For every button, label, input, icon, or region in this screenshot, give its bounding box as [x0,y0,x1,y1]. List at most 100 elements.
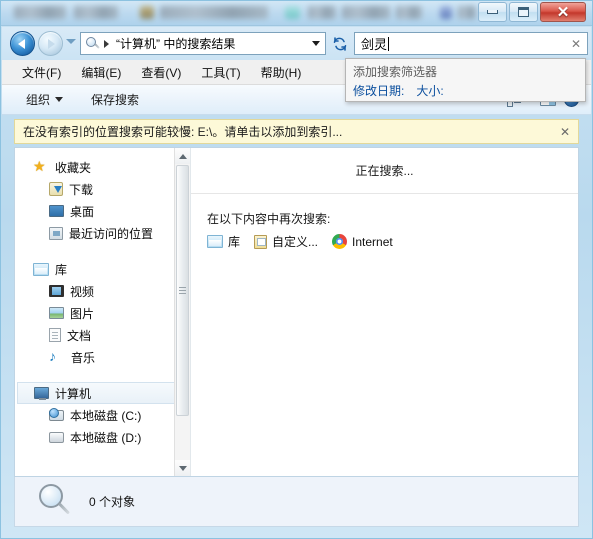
chevron-down-icon [178,465,187,471]
libraries-group: 库 视频 图片 文档 ♪ 音乐 [15,258,190,368]
notification-text: 在没有索引的位置搜索可能较慢: E:\。请单击以添加到索引... [23,125,343,139]
sidebar-label-favorites: 收藏夹 [55,160,92,175]
recent-pages-icon[interactable] [66,39,76,44]
title-blurred-text-7 [458,6,476,19]
content-pane: 正在搜索... 在以下内容中再次搜索: 库 自定义... Internet [191,148,578,476]
computer-group: 计算机 本地磁盘 (C:) 本地磁盘 (D:) [15,382,190,448]
scroll-up-button[interactable] [175,148,190,164]
refresh-icon [333,36,347,51]
sidebar-item-recent-places[interactable]: 最近访问的位置 [15,222,190,244]
filter-size[interactable]: 大小: [416,82,443,99]
recent-places-icon [49,226,63,240]
search-again-row: 库 自定义... Internet [191,233,578,250]
video-icon [49,285,64,297]
sidebar-label-pictures: 图片 [70,306,95,321]
download-icon [49,182,63,196]
minimize-icon [487,10,498,14]
sidebar-label-documents: 文档 [67,328,92,343]
star-icon: ★ [33,158,46,174]
custom-search-icon [254,234,268,249]
title-blurred-icon-1 [140,6,154,19]
address-separator-icon[interactable] [104,39,109,48]
title-blurred-text-1 [14,6,66,19]
refresh-button[interactable] [329,32,351,55]
sidebar-label-computer: 计算机 [55,386,92,401]
sidebar-item-downloads[interactable]: 下载 [15,178,190,200]
search-input[interactable]: 剑灵 ✕ [354,32,588,55]
forward-arrow-icon [48,38,55,49]
sidebar-item-libraries[interactable]: 库 [15,258,190,280]
clear-search-button[interactable]: ✕ [571,37,581,51]
search-again-label: 在以下内容中再次搜索: [207,212,331,226]
title-blurred-text-5 [342,6,390,19]
sidebar-item-favorites[interactable]: ★ 收藏夹 [15,156,190,178]
status-bar: 0 个对象 [14,477,579,527]
maximize-button[interactable] [509,2,538,22]
scrollbar-grip-icon [179,285,186,296]
document-icon [49,328,61,342]
sidebar-item-pictures[interactable]: 图片 [15,302,190,324]
sidebar-label-downloads: 下载 [69,182,94,197]
navigation-pane: ★ 收藏夹 下载 桌面 最近访问的位置 库 视频 图片 文档 ♪ 音乐 计算机 … [15,148,191,476]
title-blurred-icon-2 [285,6,300,19]
address-bar[interactable]: “计算机” 中的搜索结果 [80,32,326,55]
computer-icon [34,387,49,400]
sidebar-label-drive-c: 本地磁盘 (C:) [70,408,142,423]
close-button[interactable]: ✕ [540,2,586,22]
scroll-down-button[interactable] [175,460,190,476]
title-blurred-text-3 [160,6,268,19]
address-text: “计算机” 中的搜索结果 [116,37,236,51]
library-folder-icon [207,235,223,248]
sidebar-item-computer[interactable]: 计算机 [17,382,188,404]
back-button[interactable] [10,31,35,56]
explorer-window: ✕ “计算机” 中的搜索结果 剑灵 ✕ 文件(F) 编辑(E) 查看(V) 工具… [0,0,593,539]
sidebar-item-drive-c[interactable]: 本地磁盘 (C:) [15,404,190,426]
chrome-icon [332,234,348,249]
search-again-internet[interactable]: Internet [332,234,393,249]
search-again-custom[interactable]: 自定义... [254,233,318,250]
back-arrow-icon [18,38,25,49]
title-blurred-text-2 [74,6,118,19]
menu-help[interactable]: 帮助(H) [251,61,312,84]
sidebar-label-music: 音乐 [71,350,96,365]
menu-tools[interactable]: 工具(T) [191,61,250,84]
library-folder-icon [33,262,49,276]
menu-view[interactable]: 查看(V) [131,61,191,84]
menu-file[interactable]: 文件(F) [12,61,71,84]
chevron-up-icon [178,153,187,159]
organize-button[interactable]: 组织 [18,88,71,111]
save-search-button[interactable]: 保存搜索 [83,88,147,111]
favorites-group: ★ 收藏夹 下载 桌面 最近访问的位置 [15,156,190,244]
music-icon: ♪ [49,348,56,364]
sidebar-label-drive-d: 本地磁盘 (D:) [70,430,142,445]
notification-close-button[interactable]: ✕ [560,125,570,139]
filter-date-modified[interactable]: 修改日期: [353,82,404,99]
sidebar-item-desktop[interactable]: 桌面 [15,200,190,222]
forward-button[interactable] [38,31,63,56]
sidebar-item-documents[interactable]: 文档 [15,324,190,346]
sidebar-item-videos[interactable]: 视频 [15,280,190,302]
sidebar-label-libraries: 库 [55,262,68,277]
menu-edit[interactable]: 编辑(E) [71,61,131,84]
index-notification-bar[interactable]: 在没有索引的位置搜索可能较慢: E:\。请单击以添加到索引... ✕ [14,119,579,144]
title-blurred-text-6 [396,6,422,19]
system-drive-icon [49,407,64,421]
search-value: 剑灵 [361,37,388,52]
search-filter-dropdown[interactable]: 添加搜索筛选器 修改日期: 大小: [345,58,586,102]
search-again-custom-label: 自定义... [272,235,319,249]
chevron-down-icon [55,97,64,102]
search-filter-list: 修改日期: 大小: [346,81,585,99]
text-caret [388,36,390,51]
search-again-libraries[interactable]: 库 [207,233,240,250]
title-blurred-text-4 [308,6,336,19]
address-dropdown-button[interactable] [307,33,325,54]
minimize-button[interactable] [478,2,507,22]
searching-status: 正在搜索... [191,148,578,194]
navigation-pane-scrollbar[interactable] [174,148,190,476]
scrollbar-thumb[interactable] [176,165,189,416]
sidebar-item-drive-d[interactable]: 本地磁盘 (D:) [15,426,190,448]
desktop-icon [49,205,64,217]
sidebar-item-music[interactable]: ♪ 音乐 [15,346,190,368]
main-panes: ★ 收藏夹 下载 桌面 最近访问的位置 库 视频 图片 文档 ♪ 音乐 计算机 … [14,147,579,477]
